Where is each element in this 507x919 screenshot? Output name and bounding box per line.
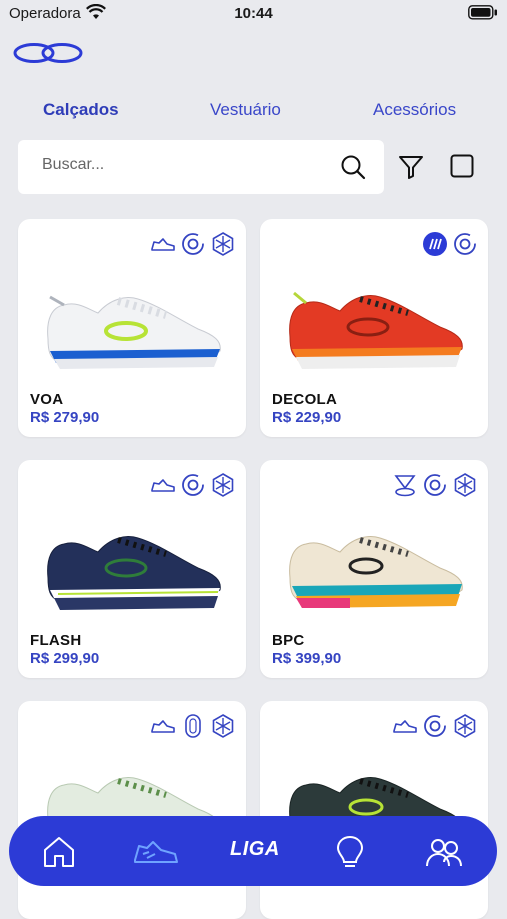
product-name: VOA	[30, 391, 64, 408]
product-name: DECOLA	[272, 391, 338, 408]
shoe-icon	[150, 713, 176, 739]
shoe-icon[interactable]	[131, 832, 181, 872]
product-card[interactable]: VOA R$ 279,90	[18, 219, 246, 437]
product-image	[280, 520, 470, 620]
product-name: FLASH	[30, 632, 82, 649]
home-icon[interactable]	[39, 832, 79, 872]
product-price: R$ 229,90	[272, 409, 342, 426]
product-card[interactable]: BPC R$ 399,90	[260, 460, 488, 678]
rotate-icon	[180, 472, 206, 498]
snowflake-icon	[210, 472, 236, 498]
feature-icons	[150, 472, 236, 498]
product-card[interactable]	[18, 701, 246, 919]
people-icon[interactable]	[424, 832, 464, 872]
product-grid: VOA R$ 279,90 DECOLA R$ 229,90 FLASH R$ …	[0, 0, 507, 919]
shoe-icon	[150, 231, 176, 257]
product-card[interactable]: DECOLA R$ 229,90	[260, 219, 488, 437]
rotate-icon	[422, 713, 448, 739]
product-price: R$ 399,90	[272, 650, 342, 667]
bottom-nav: LIGA	[9, 816, 497, 886]
pin-icon	[392, 472, 418, 498]
feature-icons	[422, 231, 478, 257]
product-price: R$ 279,90	[30, 409, 100, 426]
lightbulb-icon[interactable]	[330, 832, 370, 872]
shoe-icon	[392, 713, 418, 739]
snowflake-icon	[452, 713, 478, 739]
snowflake-icon	[452, 472, 478, 498]
rotate-icon	[422, 472, 448, 498]
rotate-icon	[452, 231, 478, 257]
product-card[interactable]: FLASH R$ 299,90	[18, 460, 246, 678]
feature-icons	[392, 472, 478, 498]
product-price: R$ 299,90	[30, 650, 100, 667]
product-card[interactable]	[260, 701, 488, 919]
product-image	[38, 279, 228, 379]
insole-icon	[180, 713, 206, 739]
snowflake-icon	[210, 713, 236, 739]
snowflake-icon	[210, 231, 236, 257]
speed-badge-icon	[422, 231, 448, 257]
product-image	[38, 520, 228, 620]
feature-icons	[150, 713, 236, 739]
shoe-icon	[150, 472, 176, 498]
product-name: BPC	[272, 632, 305, 649]
liga-label[interactable]: LIGA	[230, 838, 280, 861]
feature-icons	[392, 713, 478, 739]
rotate-icon	[180, 231, 206, 257]
feature-icons	[150, 231, 236, 257]
product-image	[280, 279, 470, 379]
